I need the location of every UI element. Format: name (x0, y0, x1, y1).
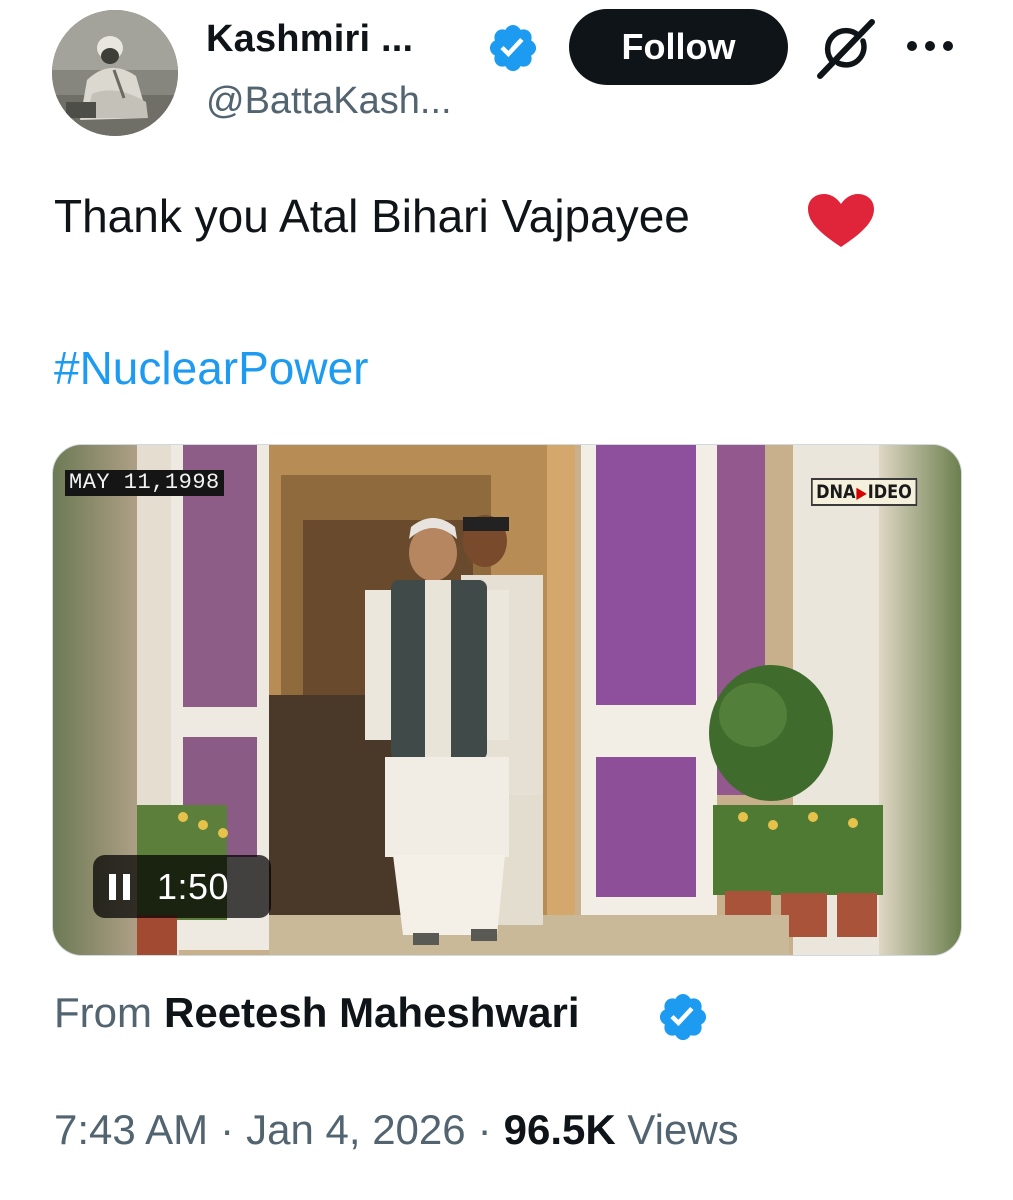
video-attribution: From Reetesh Maheshwari (54, 987, 580, 1039)
video-duration: 1:50 (157, 865, 230, 907)
views-label: Views (627, 1106, 739, 1153)
tweet-time[interactable]: 7:43 AM (54, 1106, 208, 1153)
follow-button[interactable]: Follow (569, 9, 788, 85)
tweet-meta: 7:43 AM · Jan 4, 2026 · 96.5K Views (54, 1104, 739, 1156)
pause-button[interactable]: 1:50 (93, 855, 271, 918)
more-options-icon[interactable] (904, 36, 956, 56)
video-date-stamp: MAY 11,1998 (65, 470, 224, 496)
logo-play-icon: ▶ (856, 482, 867, 502)
tweet-date[interactable]: Jan 4, 2026 (246, 1106, 466, 1153)
tweet-detail: Kashmiri ... @BattaKash... Follow Thank … (0, 0, 1013, 1200)
channel-logo-right-text: IDEO (867, 481, 912, 503)
grok-icon[interactable] (812, 16, 878, 80)
user-handle[interactable]: @BattaKash... (206, 80, 452, 123)
pause-icon (109, 873, 130, 900)
meta-separator: · (220, 1106, 235, 1153)
views-count[interactable]: 96.5K (504, 1106, 616, 1153)
attribution-author-link[interactable]: Reetesh Maheshwari (164, 987, 580, 1039)
avatar[interactable] (52, 10, 178, 136)
display-name[interactable]: Kashmiri ... (206, 18, 413, 61)
channel-logo: DNA ▶ IDEO (811, 478, 917, 506)
hashtag-link[interactable]: #NuclearPower (54, 340, 368, 396)
video-player[interactable]: MAY 11,1998 DNA ▶ IDEO 1:50 (52, 444, 962, 956)
from-label: From (54, 989, 152, 1036)
heart-emoji-icon (808, 194, 874, 247)
verified-badge-icon (489, 24, 537, 72)
tweet-text: Thank you Atal Bihari Vajpayee (54, 190, 690, 242)
verified-badge-icon (659, 993, 707, 1041)
channel-logo-left-text: DNA (816, 481, 856, 503)
meta-separator: · (477, 1106, 492, 1153)
